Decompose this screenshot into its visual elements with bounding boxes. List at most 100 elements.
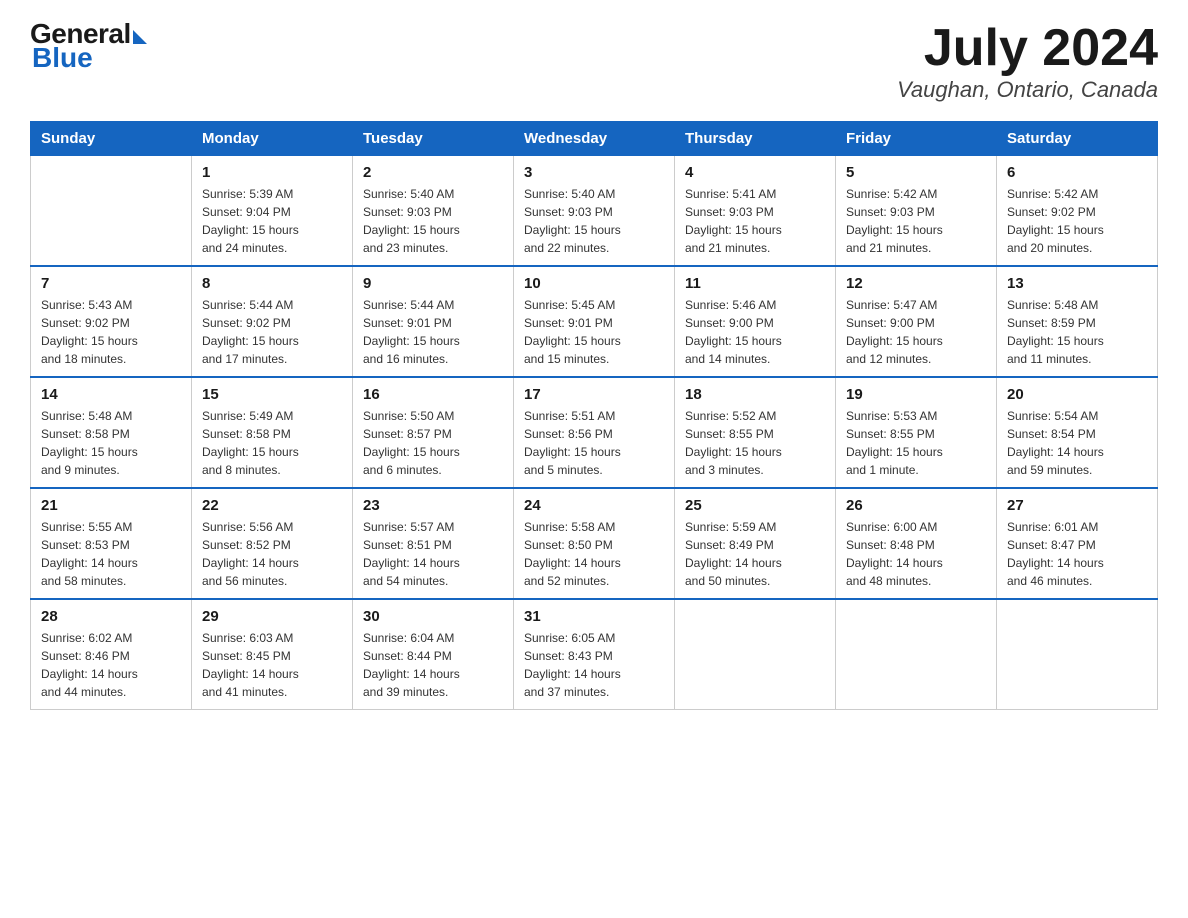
calendar-cell: 15 Sunrise: 5:49 AMSunset: 8:58 PMDayligh… [192,377,353,488]
day-info: Sunrise: 5:48 AMSunset: 8:59 PMDaylight:… [1007,296,1147,368]
day-info: Sunrise: 5:44 AMSunset: 9:01 PMDaylight:… [363,296,503,368]
calendar-cell: 19 Sunrise: 5:53 AMSunset: 8:55 PMDayligh… [836,377,997,488]
calendar-cell: 31 Sunrise: 6:05 AMSunset: 8:43 PMDayligh… [514,599,675,710]
calendar-cell: 21 Sunrise: 5:55 AMSunset: 8:53 PMDayligh… [31,488,192,599]
day-info: Sunrise: 5:49 AMSunset: 8:58 PMDaylight:… [202,407,342,479]
day-header-thursday: Thursday [675,122,836,156]
day-number: 19 [846,386,986,403]
day-number: 7 [41,275,181,292]
calendar-cell: 22Sunrise: 5:56 AMSunset: 8:52 PMDayligh… [192,488,353,599]
day-info: Sunrise: 5:47 AMSunset: 9:00 PMDaylight:… [846,296,986,368]
day-info: Sunrise: 5:59 AMSunset: 8:49 PMDaylight:… [685,518,825,590]
day-info: Sunrise: 5:46 AMSunset: 9:00 PMDaylight:… [685,296,825,368]
calendar-cell: 8 Sunrise: 5:44 AMSunset: 9:02 PMDaylight… [192,266,353,377]
day-header-sunday: Sunday [31,122,192,156]
logo-arrow-icon [133,30,147,44]
day-number: 1 [202,164,342,181]
day-number: 13 [1007,275,1147,292]
day-number: 3 [524,164,664,181]
day-number: 6 [1007,164,1147,181]
calendar-location: Vaughan, Ontario, Canada [897,77,1158,103]
calendar-header: SundayMondayTuesdayWednesdayThursdayFrid… [31,122,1158,156]
calendar-cell: 28Sunrise: 6:02 AMSunset: 8:46 PMDayligh… [31,599,192,710]
calendar-row-5: 28Sunrise: 6:02 AMSunset: 8:46 PMDayligh… [31,599,1158,710]
day-info: Sunrise: 5:40 AMSunset: 9:03 PMDaylight:… [524,185,664,257]
day-number: 29 [202,608,342,625]
calendar-cell: 6Sunrise: 5:42 AMSunset: 9:02 PMDaylight… [997,156,1158,267]
day-info: Sunrise: 5:43 AMSunset: 9:02 PMDaylight:… [41,296,181,368]
day-info: Sunrise: 5:40 AMSunset: 9:03 PMDaylight:… [363,185,503,257]
day-number: 28 [41,608,181,625]
logo: General Blue [30,20,147,72]
day-number: 21 [41,497,181,514]
calendar-cell [675,599,836,710]
day-number: 30 [363,608,503,625]
day-info: Sunrise: 5:44 AMSunset: 9:02 PMDaylight:… [202,296,342,368]
day-number: 10 [524,275,664,292]
page-header: General Blue July 2024 Vaughan, Ontario,… [30,20,1158,103]
day-info: Sunrise: 5:56 AMSunset: 8:52 PMDaylight:… [202,518,342,590]
calendar-body: 1Sunrise: 5:39 AMSunset: 9:04 PMDaylight… [31,156,1158,710]
calendar-row-4: 21 Sunrise: 5:55 AMSunset: 8:53 PMDayligh… [31,488,1158,599]
calendar-cell [836,599,997,710]
day-number: 17 [524,386,664,403]
calendar-cell: 10Sunrise: 5:45 AMSunset: 9:01 PMDayligh… [514,266,675,377]
day-info: Sunrise: 6:04 AMSunset: 8:44 PMDaylight:… [363,629,503,701]
calendar-cell: 5 Sunrise: 5:42 AMSunset: 9:03 PMDaylight… [836,156,997,267]
calendar-row-2: 7 Sunrise: 5:43 AMSunset: 9:02 PMDaylight… [31,266,1158,377]
day-info: Sunrise: 5:41 AMSunset: 9:03 PMDaylight:… [685,185,825,257]
calendar-cell: 20Sunrise: 5:54 AMSunset: 8:54 PMDayligh… [997,377,1158,488]
calendar-cell: 23 Sunrise: 5:57 AMSunset: 8:51 PMDayligh… [353,488,514,599]
calendar-cell: 3 Sunrise: 5:40 AMSunset: 9:03 PMDaylight… [514,156,675,267]
day-header-saturday: Saturday [997,122,1158,156]
logo-blue-text: Blue [30,44,147,72]
day-info: Sunrise: 6:00 AMSunset: 8:48 PMDaylight:… [846,518,986,590]
day-header-tuesday: Tuesday [353,122,514,156]
day-number: 16 [363,386,503,403]
calendar-cell: 4Sunrise: 5:41 AMSunset: 9:03 PMDaylight… [675,156,836,267]
calendar-cell: 7 Sunrise: 5:43 AMSunset: 9:02 PMDaylight… [31,266,192,377]
calendar-cell: 12 Sunrise: 5:47 AMSunset: 9:00 PMDayligh… [836,266,997,377]
day-info: Sunrise: 5:52 AMSunset: 8:55 PMDaylight:… [685,407,825,479]
day-number: 5 [846,164,986,181]
day-number: 15 [202,386,342,403]
day-number: 24 [524,497,664,514]
day-number: 9 [363,275,503,292]
day-number: 26 [846,497,986,514]
calendar-cell: 18Sunrise: 5:52 AMSunset: 8:55 PMDayligh… [675,377,836,488]
day-info: Sunrise: 5:57 AMSunset: 8:51 PMDaylight:… [363,518,503,590]
day-info: Sunrise: 5:48 AMSunset: 8:58 PMDaylight:… [41,407,181,479]
day-header-wednesday: Wednesday [514,122,675,156]
calendar-title: July 2024 [897,20,1158,77]
calendar-cell: 9 Sunrise: 5:44 AMSunset: 9:01 PMDaylight… [353,266,514,377]
day-number: 12 [846,275,986,292]
calendar-cell: 13 Sunrise: 5:48 AMSunset: 8:59 PMDayligh… [997,266,1158,377]
day-info: Sunrise: 5:53 AMSunset: 8:55 PMDaylight:… [846,407,986,479]
day-number: 20 [1007,386,1147,403]
calendar-table: SundayMondayTuesdayWednesdayThursdayFrid… [30,121,1158,710]
day-number: 25 [685,497,825,514]
calendar-row-1: 1Sunrise: 5:39 AMSunset: 9:04 PMDaylight… [31,156,1158,267]
calendar-row-3: 14 Sunrise: 5:48 AMSunset: 8:58 PMDayligh… [31,377,1158,488]
day-info: Sunrise: 5:51 AMSunset: 8:56 PMDaylight:… [524,407,664,479]
calendar-cell: 14 Sunrise: 5:48 AMSunset: 8:58 PMDayligh… [31,377,192,488]
calendar-cell: 17 Sunrise: 5:51 AMSunset: 8:56 PMDayligh… [514,377,675,488]
day-info: Sunrise: 6:03 AMSunset: 8:45 PMDaylight:… [202,629,342,701]
day-number: 27 [1007,497,1147,514]
calendar-cell: 11Sunrise: 5:46 AMSunset: 9:00 PMDayligh… [675,266,836,377]
day-number: 23 [363,497,503,514]
day-info: Sunrise: 5:42 AMSunset: 9:03 PMDaylight:… [846,185,986,257]
day-info: Sunrise: 5:50 AMSunset: 8:57 PMDaylight:… [363,407,503,479]
day-header-row: SundayMondayTuesdayWednesdayThursdayFrid… [31,122,1158,156]
day-header-friday: Friday [836,122,997,156]
day-info: Sunrise: 6:05 AMSunset: 8:43 PMDaylight:… [524,629,664,701]
calendar-cell: 25 Sunrise: 5:59 AMSunset: 8:49 PMDayligh… [675,488,836,599]
calendar-cell: 26 Sunrise: 6:00 AMSunset: 8:48 PMDayligh… [836,488,997,599]
day-info: Sunrise: 5:55 AMSunset: 8:53 PMDaylight:… [41,518,181,590]
day-number: 8 [202,275,342,292]
day-number: 14 [41,386,181,403]
day-number: 2 [363,164,503,181]
calendar-cell: 29 Sunrise: 6:03 AMSunset: 8:45 PMDayligh… [192,599,353,710]
day-number: 31 [524,608,664,625]
title-block: July 2024 Vaughan, Ontario, Canada [897,20,1158,103]
